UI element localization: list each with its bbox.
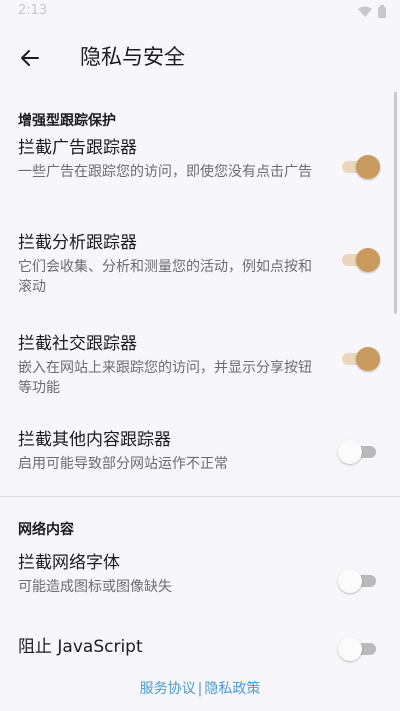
pref-summary: 可能造成图标或图像缺失: [18, 579, 172, 595]
settings-list: 增强型跟踪保护 拦截广告跟踪器 一些广告在跟踪您的访问，即使您没有点击广告 拦截…: [0, 88, 400, 666]
pref-title: 拦截社交跟踪器: [18, 334, 137, 354]
pref-summary: 启用可能导致部分网站运作不正常: [18, 456, 228, 472]
pref-block-web-fonts[interactable]: 拦截网络字体 可能造成图标或图像缺失: [0, 539, 400, 623]
section-header-web-content: 网络内容: [18, 522, 74, 538]
status-bar: 2:13: [0, 0, 400, 24]
privacy-policy-link[interactable]: 隐私政策: [204, 681, 260, 697]
pref-block-analytics-trackers[interactable]: 拦截分析跟踪器 它们会收集、分析和测量您的活动，例如点按和滚动: [0, 210, 400, 310]
pref-block-ad-trackers[interactable]: 拦截广告跟踪器 一些广告在跟踪您的访问，即使您没有点击广告: [0, 124, 400, 210]
footer-links: 服务协议 | 隐私政策: [0, 668, 400, 711]
footer-separator: |: [197, 681, 203, 697]
javascript-switch[interactable]: [338, 637, 378, 661]
pref-title: 拦截网络字体: [18, 553, 120, 573]
pref-summary: 它们会收集、分析和测量您的活动，例如点按和滚动: [18, 259, 312, 295]
app-bar: 隐私与安全: [0, 24, 400, 88]
terms-of-service-link[interactable]: 服务协议: [140, 681, 196, 697]
pref-title: 拦截其他内容跟踪器: [18, 430, 171, 450]
pref-block-content-trackers[interactable]: 拦截其他内容跟踪器 启用可能导致部分网站运作不正常: [0, 408, 400, 496]
pref-summary: 一些广告在跟踪您的访问，即使您没有点击广告: [18, 164, 312, 180]
status-icons: [358, 5, 386, 18]
section-header-tracking-protection: 增强型跟踪保护: [18, 113, 116, 129]
web-fonts-switch[interactable]: [338, 569, 378, 593]
pref-title: 拦截分析跟踪器: [18, 233, 137, 253]
pref-title: 阻止 JavaScript: [18, 637, 143, 657]
pref-block-social-trackers[interactable]: 拦截社交跟踪器 嵌入在网站上来跟踪您的访问，并显示分享按钮等功能: [0, 310, 400, 408]
social-trackers-switch[interactable]: [338, 347, 380, 371]
battery-icon: [378, 5, 386, 18]
page-title: 隐私与安全: [80, 45, 185, 69]
wifi-icon: [358, 6, 372, 17]
pref-summary: 嵌入在网站上来跟踪您的访问，并显示分享按钮等功能: [18, 360, 312, 396]
ad-trackers-switch[interactable]: [338, 155, 380, 179]
analytics-trackers-switch[interactable]: [338, 248, 380, 272]
arrow-left-icon: [21, 50, 39, 66]
back-button[interactable]: [8, 36, 52, 80]
pref-block-javascript[interactable]: 阻止 JavaScript: [0, 623, 400, 666]
pref-title: 拦截广告跟踪器: [18, 138, 137, 158]
status-time: 2:13: [18, 3, 48, 18]
content-trackers-switch[interactable]: [338, 440, 378, 464]
